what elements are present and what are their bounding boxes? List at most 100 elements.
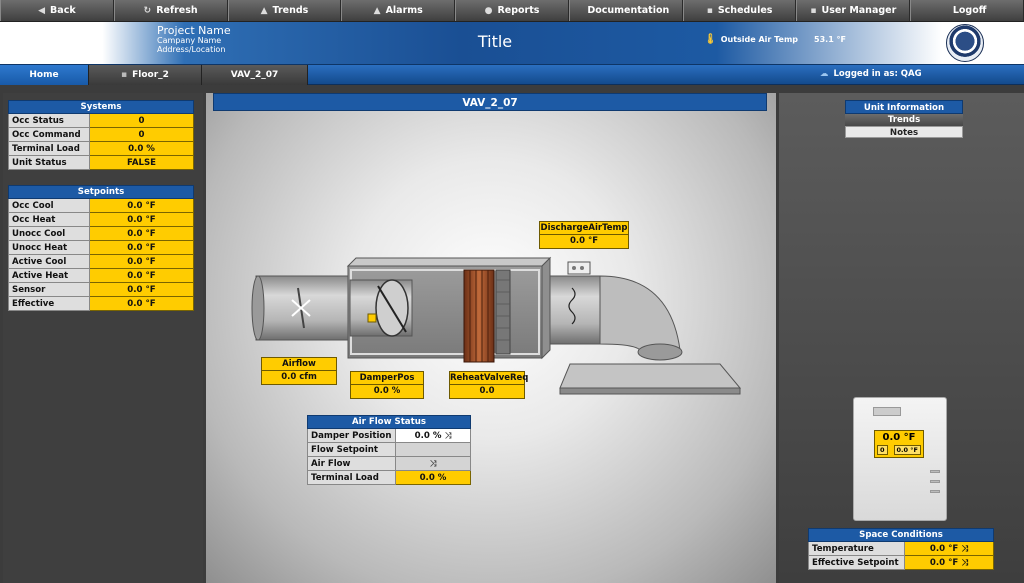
systems-title: Systems [8, 100, 194, 114]
thermostat-right-readout: 0.0 °F [893, 445, 921, 455]
active-cool-label: Active Cool [8, 254, 90, 269]
damper-position-label: Damper Position [307, 428, 396, 443]
temperature-label: Temperature [808, 541, 905, 556]
documentation-label: Documentation [587, 5, 670, 16]
schedules-icon: ▪ [706, 5, 713, 16]
override-icon[interactable]: ⤨ [961, 558, 968, 568]
trends-label: Trends [272, 5, 309, 16]
occ-heat-value[interactable]: 0.0 °F [89, 212, 194, 227]
override-icon[interactable]: ⤨ [961, 544, 968, 554]
documentation-button[interactable]: Documentation [568, 0, 683, 21]
thermostat-left-readout: 0 [877, 445, 888, 455]
unit-status-label: Unit Status [8, 155, 90, 170]
air-flow-value[interactable]: ⤨ [395, 456, 471, 471]
outside-air-temp: 🌡 Outside Air Temp 53.1 °F [704, 34, 846, 45]
thermostat-small-readouts: 0 0.0 °F [875, 445, 923, 455]
company-seal-icon [946, 24, 984, 62]
damper-position-text: 0.0 % [414, 430, 442, 441]
trends-button[interactable]: ▲ Trends [227, 0, 342, 21]
address-location: Address/Location [157, 44, 226, 54]
terminal-load-status-value: 0.0 % [395, 470, 471, 485]
active-cool-value: 0.0 °F [89, 254, 194, 269]
thermostat-button [930, 470, 940, 473]
unit-status-value: FALSE [89, 155, 194, 170]
unocc-heat-value[interactable]: 0.0 °F [89, 240, 194, 255]
thermostat-display: 0.0 °F 0 0.0 °F [874, 430, 924, 458]
back-button[interactable]: ◀ Back [0, 0, 114, 21]
tab-vav-label: VAV_2_07 [230, 70, 279, 80]
terminal-load-label: Terminal Load [8, 141, 90, 156]
airflow-tag: Airflow 0.0 cfm [261, 357, 337, 385]
override-icon[interactable]: ⤨ [430, 459, 437, 469]
tab-home[interactable]: Home [0, 65, 88, 85]
alarms-icon: ▲ [373, 5, 381, 16]
breadcrumb-tabs: Home ▪ Floor_2 VAV_2_07 ☁ Logged in as: Q… [0, 64, 1024, 85]
occ-status-label: Occ Status [8, 113, 90, 128]
airflow-value: 0.0 cfm [261, 371, 337, 385]
occ-cool-value[interactable]: 0.0 °F [89, 198, 194, 213]
active-heat-label: Active Heat [8, 268, 90, 283]
unit-information: Unit Information Trends Notes [845, 100, 963, 138]
unit-information-title: Unit Information [845, 100, 963, 114]
back-label: Back [50, 5, 76, 16]
effective-setpoint-value[interactable]: 0.0 °F ⤨ [904, 555, 994, 570]
space-conditions-table: Space Conditions Temperature 0.0 °F ⤨ Ef… [808, 528, 994, 570]
logoff-button[interactable]: Logoff [910, 0, 1024, 21]
effective-setpoint-label: Effective Setpoint [808, 555, 905, 570]
user-manager-button[interactable]: ▪ User Manager [796, 0, 911, 21]
floor-icon: ▪ [121, 70, 128, 80]
tab-floor-label: Floor_2 [132, 70, 169, 80]
setpoints-title: Setpoints [8, 185, 194, 199]
page-title: Title [477, 32, 513, 51]
occ-cool-label: Occ Cool [8, 198, 90, 213]
systems-table: Systems Occ Status 0 Occ Command 0 Termina… [8, 100, 194, 170]
sensor-label: Sensor [8, 282, 90, 297]
alarms-label: Alarms [385, 5, 423, 16]
sensor-value: 0.0 °F [89, 282, 194, 297]
tab-vav[interactable]: VAV_2_07 [201, 65, 308, 85]
back-icon: ◀ [38, 5, 46, 16]
refresh-button[interactable]: ↻ Refresh [113, 0, 228, 21]
effective-value: 0.0 °F [89, 296, 194, 311]
tab-floor[interactable]: ▪ Floor_2 [88, 65, 201, 85]
unit-notes-button[interactable]: Notes [845, 126, 963, 138]
alarms-button[interactable]: ▲ Alarms [341, 0, 456, 21]
thermostat-slot [873, 407, 901, 416]
setpoints-table: Setpoints Occ Cool 0.0 °F Occ Heat 0.0 °F … [8, 185, 194, 311]
refresh-label: Refresh [156, 5, 198, 16]
reports-button[interactable]: ● Reports [455, 0, 569, 21]
airflow-label: Airflow [261, 357, 337, 371]
damper-position-value[interactable]: 0.0 % ⤨ [395, 428, 471, 443]
damper-pos-label: DamperPos [350, 371, 424, 385]
project-info: Project Name Campany Name Address/Locati… [157, 24, 231, 55]
air-flow-status-title: Air Flow Status [307, 415, 471, 429]
override-icon[interactable]: ⤨ [444, 431, 451, 441]
unit-trends-button[interactable]: Trends [845, 114, 963, 126]
thermostat-button [930, 490, 940, 493]
reheat-valve-value: 0.0 [449, 385, 525, 399]
user-manager-icon: ▪ [810, 5, 817, 16]
flow-setpoint-label: Flow Setpoint [307, 442, 396, 457]
user-manager-label: User Manager [821, 5, 897, 16]
temperature-text: 0.0 °F [929, 543, 959, 554]
air-flow-label: Air Flow [307, 456, 396, 471]
occ-command-value[interactable]: 0 [89, 127, 194, 142]
temperature-value[interactable]: 0.0 °F ⤨ [904, 541, 994, 556]
schedules-button[interactable]: ▪ Schedules [682, 0, 797, 21]
reports-label: Reports [497, 5, 540, 16]
terminal-load-status-label: Terminal Load [307, 470, 396, 485]
reports-icon: ● [484, 5, 493, 16]
user-icon: ☁ [820, 69, 829, 79]
active-heat-value: 0.0 °F [89, 268, 194, 283]
header-banner: Project Name Campany Name Address/Locati… [0, 22, 1024, 64]
discharge-elbow-duct [549, 275, 742, 395]
discharge-air-temp-label: DischargeAirTemp [539, 221, 629, 235]
terminal-load-value: 0.0 % [89, 141, 194, 156]
reheat-coil-icon [463, 269, 511, 363]
reheat-valve-label: ReheatValveReq [449, 371, 529, 385]
discharge-air-temp-tag: DischargeAirTemp 0.0 °F [539, 221, 629, 249]
unocc-cool-value[interactable]: 0.0 °F [89, 226, 194, 241]
effective-label: Effective [8, 296, 90, 311]
discharge-sensor-icon [567, 261, 591, 275]
reheat-valve-tag: ReheatValveReq 0.0 [449, 371, 529, 399]
